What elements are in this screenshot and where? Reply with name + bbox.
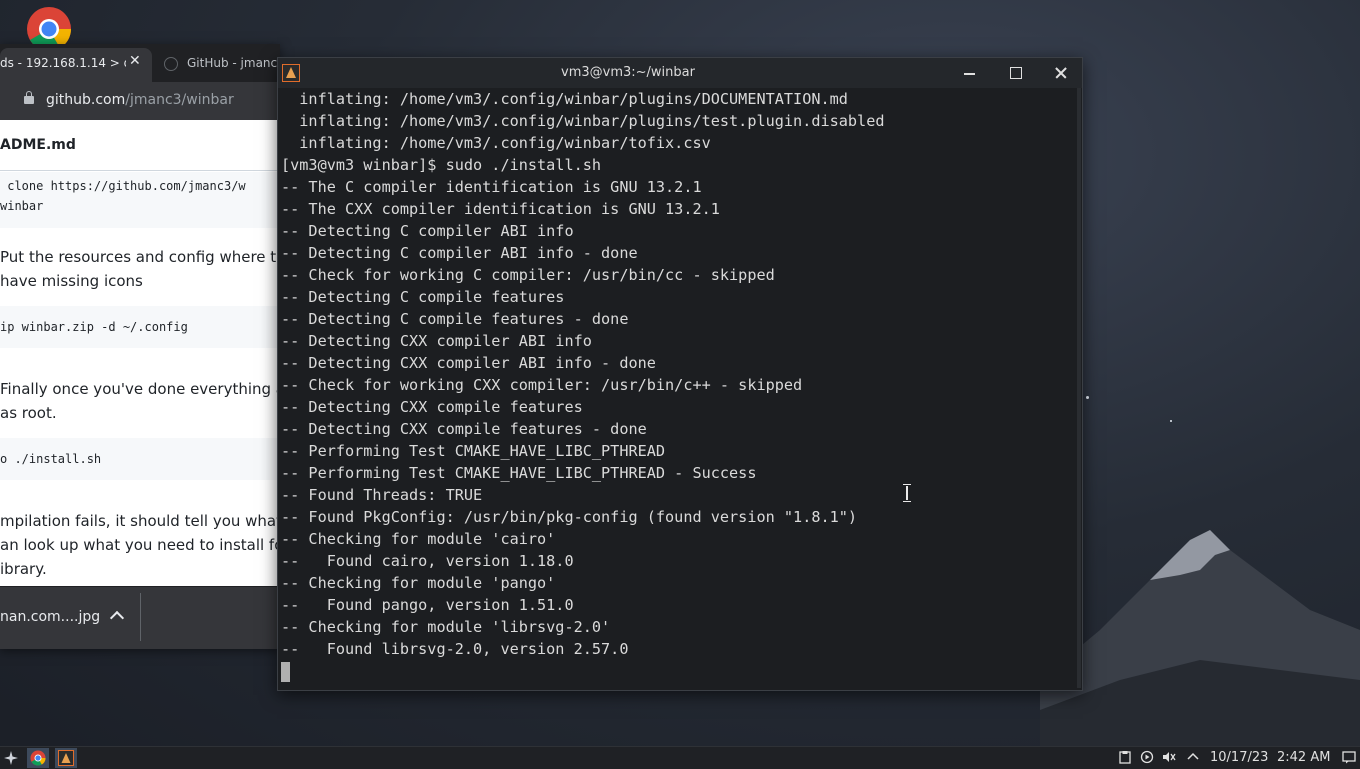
download-item[interactable]: nan.com....jpg: [0, 609, 100, 625]
terminal-line: -- Performing Test CMAKE_HAVE_LIBC_PTHRE…: [281, 442, 666, 460]
paragraph: mpilation fails, it should tell you what…: [0, 512, 280, 578]
url-path: /jmanc3/winbar: [125, 92, 234, 108]
terminal-line: -- Found Threads: TRUE: [281, 486, 483, 504]
terminal-line: -- The CXX compiler identification is GN…: [281, 200, 720, 218]
tab-github[interactable]: GitHub - jmanc: [160, 48, 280, 82]
terminal-line: -- Detecting C compile features - done: [281, 310, 629, 328]
close-icon[interactable]: [1051, 63, 1071, 83]
terminal-line: -- Detecting CXX compiler ABI info - don…: [281, 354, 656, 372]
media-icon[interactable]: [1140, 750, 1154, 764]
terminal-line: -- Found cairo, version 1.18.0: [281, 552, 574, 570]
address-bar[interactable]: github.com/jmanc3/winbar: [0, 82, 280, 120]
tab-close-icon[interactable]: ✕: [129, 53, 141, 69]
start-menu-icon[interactable]: [3, 750, 19, 766]
terminal-line: -- Detecting C compile features: [281, 288, 565, 306]
terminal-cursor: [281, 661, 290, 682]
terminal-line: -- Detecting CXX compile features - done: [281, 420, 647, 438]
terminal-line: -- Detecting C compiler ABI info - done: [281, 244, 638, 262]
page-content: ADME.md clone https://github.com/jmanc3/…: [0, 120, 280, 586]
terminal-line: -- Checking for module 'cairo': [281, 530, 556, 548]
terminal-line: -- Detecting CXX compile features: [281, 398, 583, 416]
terminal-line: inflating: /home/vm3/.config/winbar/tofi…: [281, 134, 711, 152]
terminal-line: inflating: /home/vm3/.config/winbar/plug…: [281, 90, 848, 108]
taskbar-chrome[interactable]: [27, 748, 49, 768]
tab-active[interactable]: ds - 192.168.1.14 > dc ✕: [0, 48, 152, 82]
volume-muted-icon[interactable]: [1162, 750, 1176, 764]
terminal-line: [vm3@vm3 winbar]$ sudo ./install.sh: [281, 156, 602, 174]
terminal-line: -- Detecting C compiler ABI info: [281, 222, 574, 240]
terminal-window: vm3@vm3:~/winbar inflating: /home/vm3/.c…: [277, 57, 1083, 691]
chevron-up-icon[interactable]: [109, 610, 125, 626]
terminal-line: -- Check for working CXX compiler: /usr/…: [281, 376, 803, 394]
terminal-line: -- Found pango, version 1.51.0: [281, 596, 574, 614]
window-title: vm3@vm3:~/winbar: [561, 65, 695, 80]
taskbar-terminal[interactable]: [55, 748, 77, 768]
star: [1170, 420, 1172, 422]
url-host: github.com: [46, 92, 126, 108]
chrome-icon: [30, 750, 46, 766]
terminal-output[interactable]: inflating: /home/vm3/.config/winbar/plug…: [281, 88, 1077, 688]
clipboard-icon[interactable]: [1118, 750, 1132, 764]
lock-icon[interactable]: [24, 91, 34, 104]
terminal-line: -- Checking for module 'pango': [281, 574, 556, 592]
desktop-mountain: [1040, 530, 1360, 750]
code-block: o ./install.sh: [0, 438, 280, 480]
taskbar: 10/17/23 2:42 AM: [0, 746, 1360, 769]
terminal-line: -- Found librsvg-2.0, version 2.57.0: [281, 640, 629, 658]
terminal-line: -- Check for working C compiler: /usr/bi…: [281, 266, 775, 284]
maximize-icon[interactable]: [1006, 63, 1026, 83]
prompt-line[interactable]: [281, 660, 1077, 682]
paragraph: Put the resources and config where th ha…: [0, 248, 280, 290]
code-block: clone https://github.com/jmanc3/w winbar: [0, 172, 280, 228]
star: [1086, 396, 1089, 399]
terminal-line: -- Performing Test CMAKE_HAVE_LIBC_PTHRE…: [281, 464, 757, 482]
tab-title: GitHub - jmanc: [187, 56, 278, 70]
terminal-line: -- The C compiler identification is GNU …: [281, 178, 702, 196]
url-text[interactable]: github.com/jmanc3/winbar: [46, 92, 234, 108]
browser-window: ds - 192.168.1.14 > dc ✕ GitHub - jmanc …: [0, 44, 280, 649]
terminal-titlebar[interactable]: vm3@vm3:~/winbar: [278, 58, 1082, 88]
minimize-icon[interactable]: [960, 63, 980, 83]
terminal-line: inflating: /home/vm3/.config/winbar/plug…: [281, 112, 885, 130]
code-block: ip winbar.zip -d ~/.config: [0, 306, 280, 348]
tab-title: ds - 192.168.1.14 > dc: [0, 56, 126, 70]
readme-title: ADME.md: [0, 137, 76, 153]
text-cursor-icon: [903, 484, 911, 502]
terminal-line: -- Detecting CXX compiler ABI info: [281, 332, 592, 350]
chevron-up-icon[interactable]: [1186, 750, 1200, 764]
terminal-line: -- Checking for module 'librsvg-2.0': [281, 618, 611, 636]
terminal-line: -- Found PkgConfig: /usr/bin/pkg-config …: [281, 508, 858, 526]
divider: [140, 593, 141, 641]
tab-bar: ds - 192.168.1.14 > dc ✕ GitHub - jmanc: [0, 44, 280, 82]
notifications-icon[interactable]: [1342, 750, 1356, 764]
readme-header: ADME.md: [0, 120, 280, 171]
terminal-icon: [58, 750, 74, 766]
taskbar-date[interactable]: 10/17/23: [1210, 750, 1268, 765]
github-icon: [164, 57, 178, 71]
scrollbar[interactable]: [1077, 88, 1081, 688]
taskbar-time[interactable]: 2:42 AM: [1277, 750, 1330, 765]
download-bar: nan.com....jpg: [0, 586, 280, 649]
paragraph: Finally once you've done everything al a…: [0, 380, 280, 422]
